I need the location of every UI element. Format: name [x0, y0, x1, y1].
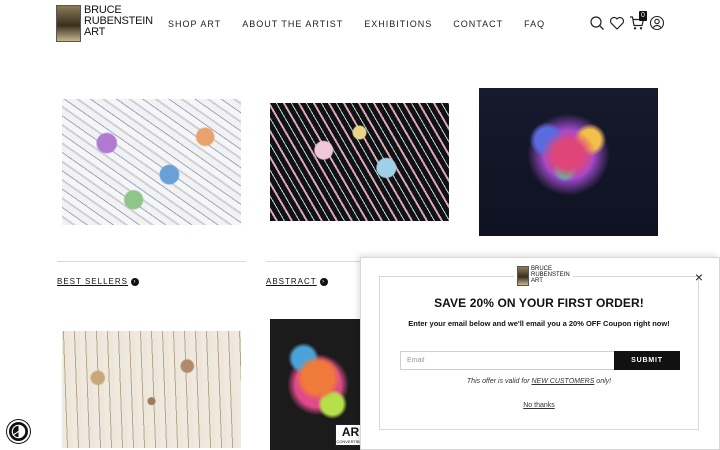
popup-logo-text: BRUCE RUBENSTEIN ART: [531, 266, 570, 284]
search-icon[interactable]: [589, 15, 605, 31]
disclaimer-prefix: This offer is valid for: [466, 378, 532, 385]
arrow-right-icon: ›: [131, 277, 139, 286]
arrow-right-icon: ›: [319, 277, 328, 286]
divider: [266, 261, 360, 262]
nav-contact[interactable]: CONTACT: [453, 19, 503, 29]
nav-shop-art[interactable]: SHOP ART: [168, 19, 221, 29]
email-input[interactable]: [400, 351, 615, 370]
disclaimer-suffix: only!: [594, 378, 612, 385]
best-sellers-label: BEST SELLERS: [57, 277, 128, 286]
logo-text: BRUCE RUBENSTEIN ART: [84, 5, 153, 38]
new-customers-link[interactable]: NEW CUSTOMERS: [531, 378, 594, 385]
logo-line-3: ART: [84, 26, 106, 38]
close-icon[interactable]: ×: [693, 270, 705, 284]
nav-faq[interactable]: FAQ: [524, 19, 545, 29]
site-header: BRUCE RUBENSTEIN ART SHOP ART ABOUT THE …: [0, 0, 720, 50]
submit-button[interactable]: SUBMIT: [614, 351, 680, 370]
popup-logo: BRUCE RUBENSTEIN ART: [514, 266, 573, 286]
popup-logo-thumbnail: [517, 266, 529, 286]
no-thanks-link[interactable]: No thanks: [379, 402, 699, 409]
no-thanks-label: No thanks: [523, 402, 555, 409]
header-icons: 0: [589, 11, 669, 31]
accessibility-icon: [11, 424, 26, 439]
popup-logo-line-3: ART: [531, 278, 543, 284]
popup-subtitle: Enter your email below and we'll email y…: [408, 319, 670, 328]
user-icon[interactable]: [649, 15, 665, 31]
artwork-best-sellers[interactable]: [62, 99, 241, 225]
accessibility-button[interactable]: [7, 420, 30, 443]
main-nav: SHOP ART ABOUT THE ARTIST EXHIBITIONS CO…: [168, 19, 566, 29]
heart-icon[interactable]: [609, 15, 625, 31]
artwork-wildflowers[interactable]: [62, 331, 241, 448]
abstract-link[interactable]: ABSTRACT ›: [266, 277, 328, 286]
cart-icon[interactable]: 0: [629, 11, 647, 31]
popup-title: SAVE 20% ON YOUR FIRST ORDER!: [434, 296, 644, 310]
cart-count-badge: 0: [639, 11, 647, 21]
divider: [57, 261, 246, 262]
nav-exhibitions[interactable]: EXHIBITIONS: [364, 19, 432, 29]
artwork-abstract[interactable]: [270, 103, 449, 221]
logo-artwork-thumbnail: [56, 5, 81, 42]
best-sellers-link[interactable]: BEST SELLERS ›: [57, 277, 139, 286]
brand-logo[interactable]: BRUCE RUBENSTEIN ART: [56, 5, 153, 42]
nav-about-the-artist[interactable]: ABOUT THE ARTIST: [242, 19, 343, 29]
ar-badge-main: AR: [341, 425, 360, 439]
abstract-label: ABSTRACT: [266, 277, 317, 286]
artwork-floral-burst[interactable]: [479, 88, 658, 236]
offer-disclaimer: This offer is valid for NEW CUSTOMERS on…: [379, 378, 699, 385]
